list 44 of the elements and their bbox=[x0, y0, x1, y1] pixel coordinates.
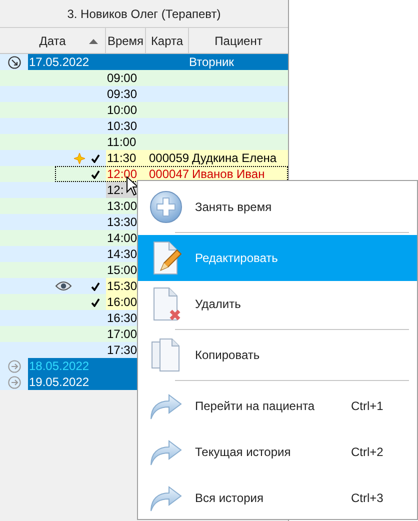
date-text: 18.05.2022 bbox=[29, 358, 90, 374]
time-cell: 17:00 bbox=[107, 326, 138, 342]
time-cell: 09:30 bbox=[107, 86, 138, 102]
time-cell: 14:00 bbox=[107, 230, 138, 246]
plus-circle-icon bbox=[149, 190, 183, 224]
time-cell: 12: bbox=[107, 182, 124, 198]
time-cell: 13:00 bbox=[107, 198, 138, 214]
time-cell: 15:30 bbox=[107, 278, 138, 294]
date-text: 17.05.2022 bbox=[29, 54, 90, 70]
time-cell: 12:00 bbox=[107, 166, 138, 182]
time-cell: 13:30 bbox=[107, 214, 138, 230]
curved-arrow-icon bbox=[149, 437, 183, 467]
column-header[interactable]: Дата bbox=[0, 28, 106, 53]
curved-arrow-icon bbox=[149, 391, 183, 421]
time-cell: 16:30 bbox=[107, 310, 138, 326]
card-cell: 000047 bbox=[149, 166, 190, 182]
column-header[interactable]: Пациент bbox=[189, 28, 288, 53]
column-header[interactable]: Карта bbox=[146, 28, 189, 53]
collapse-icon[interactable] bbox=[8, 56, 20, 68]
time-cell: 17:30 bbox=[107, 342, 138, 358]
patient-cell: Иванов Иван bbox=[192, 166, 265, 182]
time-cell: 14:30 bbox=[107, 246, 138, 262]
menu-item[interactable]: Перейти на пациента Ctrl+1 bbox=[138, 383, 417, 429]
menu-item[interactable]: Удалить bbox=[138, 281, 417, 327]
menu-item[interactable]: Копировать bbox=[138, 332, 417, 378]
time-cell: 16:00 bbox=[107, 294, 138, 310]
expand-icon[interactable] bbox=[8, 376, 20, 388]
menu-item[interactable]: Занять время bbox=[138, 184, 417, 230]
menu-item[interactable]: Вся история Ctrl+3 bbox=[138, 475, 417, 521]
time-cell: 11:00 bbox=[107, 134, 136, 150]
time-cell: 15:00 bbox=[107, 262, 138, 278]
time-cell: 11:30 bbox=[107, 150, 136, 166]
column-header[interactable]: Время bbox=[106, 28, 146, 53]
weekday-text: Вторник bbox=[189, 54, 234, 70]
time-cell: 10:00 bbox=[107, 102, 138, 118]
date-text: 19.05.2022 bbox=[29, 374, 90, 390]
time-cell: 09:00 bbox=[107, 70, 138, 86]
curved-arrow-icon bbox=[149, 483, 183, 513]
expand-icon[interactable] bbox=[8, 360, 20, 372]
patient-cell: Дудкина Елена bbox=[192, 150, 277, 166]
menu-item[interactable]: Текущая история Ctrl+2 bbox=[138, 429, 417, 475]
date-group-row[interactable]: 17.05.2022 Вторник bbox=[28, 54, 288, 70]
time-cell: 10:30 bbox=[107, 118, 138, 134]
card-cell: 000059 bbox=[149, 150, 190, 166]
